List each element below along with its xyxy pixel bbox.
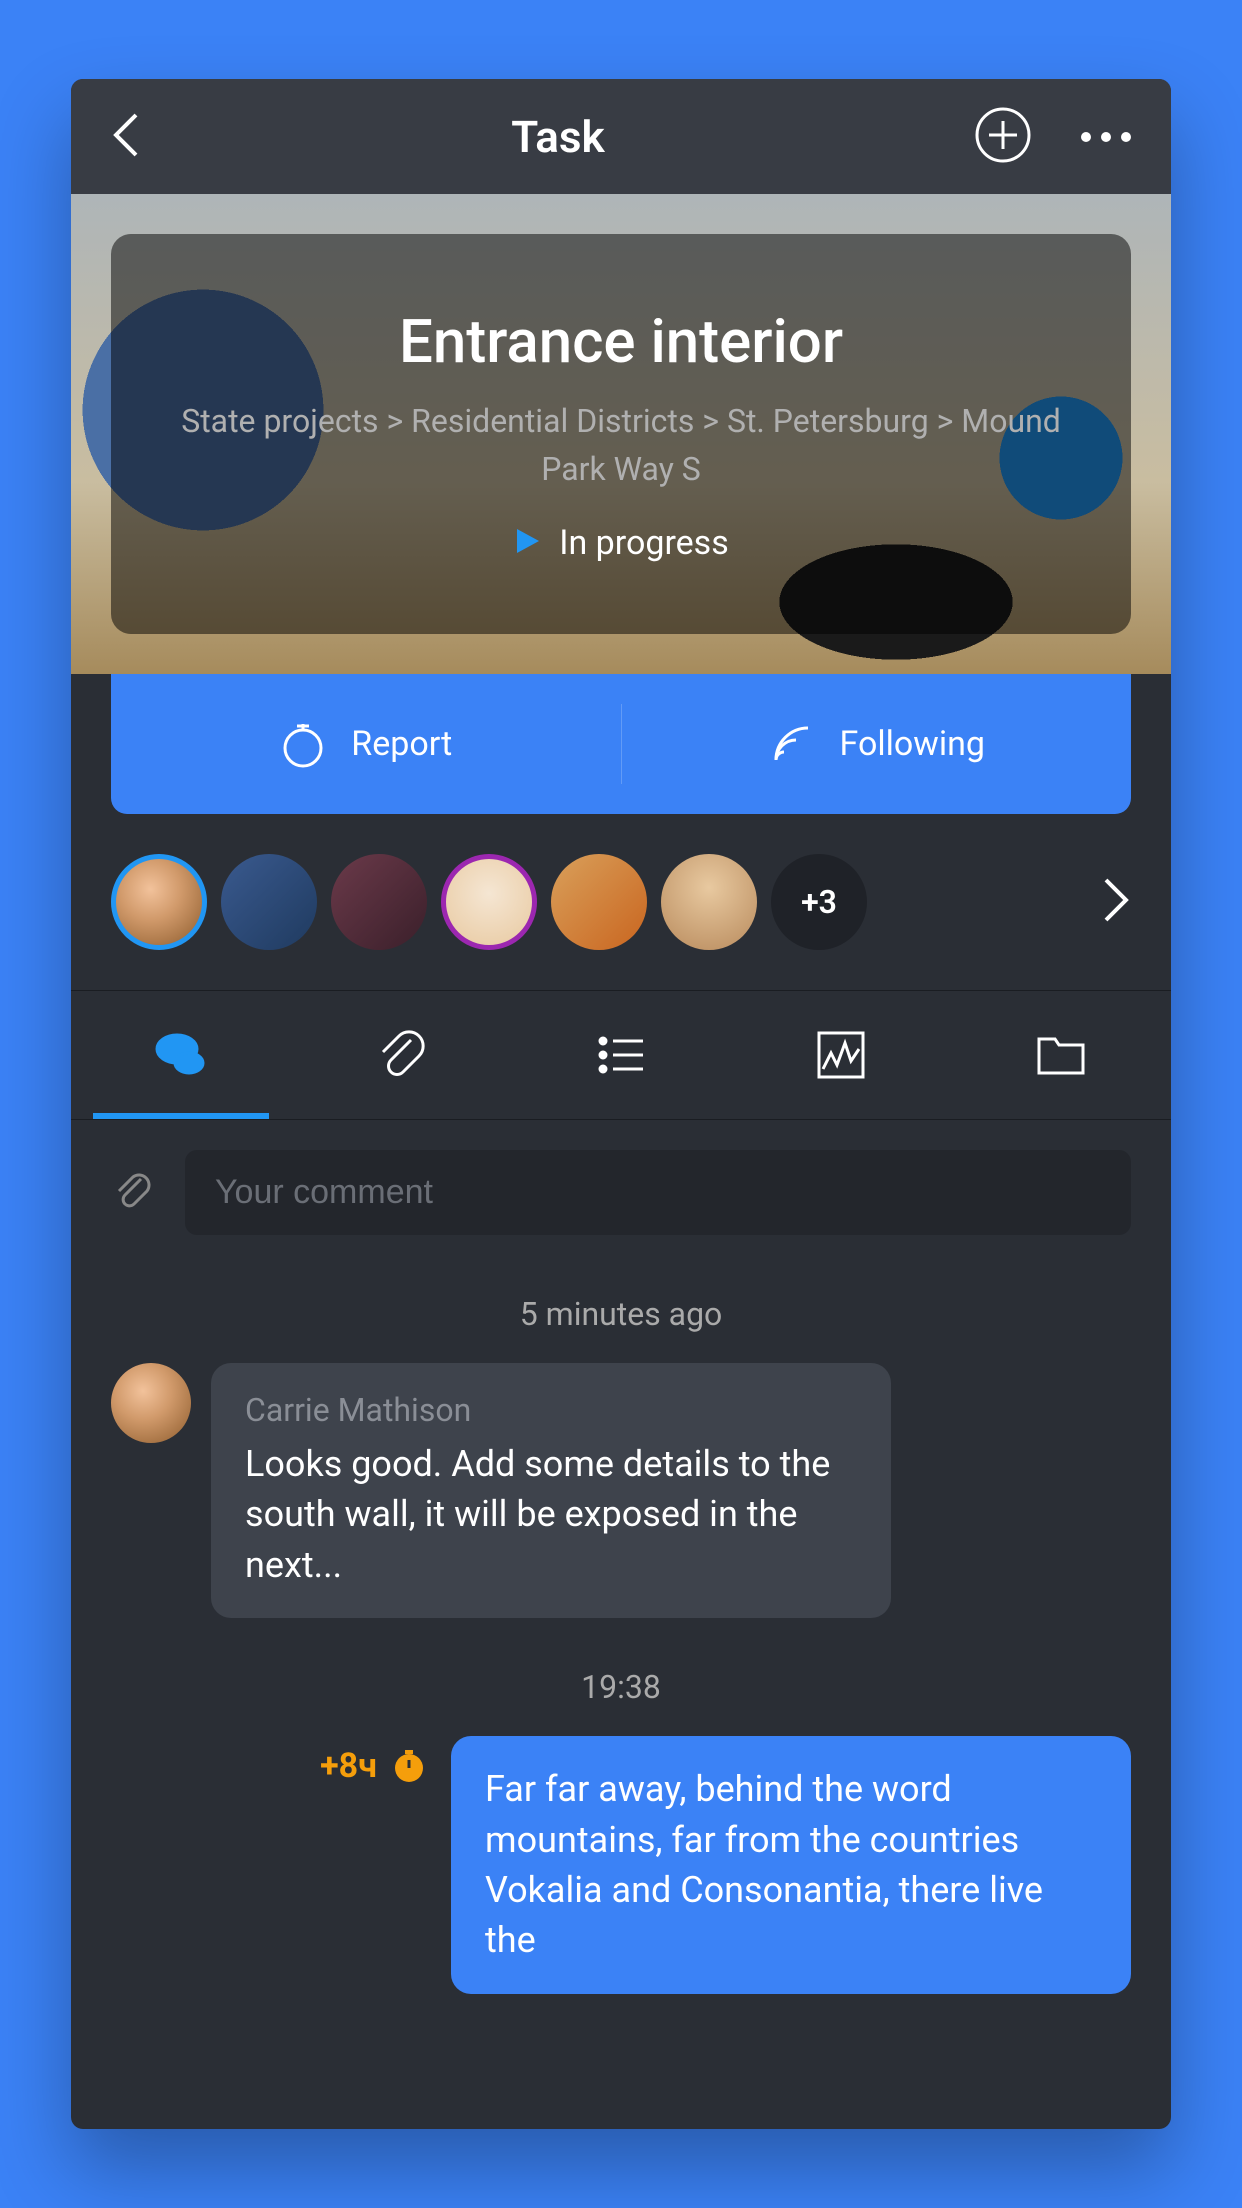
comment-input[interactable] <box>185 1150 1131 1235</box>
message-sender: Carrie Mathison <box>245 1391 857 1429</box>
time-badge-text: +8ч <box>320 1746 377 1786</box>
tab-list[interactable] <box>511 991 731 1119</box>
tab-analytics[interactable] <box>731 991 951 1119</box>
tab-attachments[interactable] <box>291 991 511 1119</box>
message-text: Looks good. Add some details to the sout… <box>245 1439 857 1590</box>
app-screen: Task Entrance interior State projects > … <box>71 79 1171 2129</box>
attach-icon[interactable] <box>111 1169 155 1217</box>
avatar-row: +3 <box>71 814 1171 990</box>
following-button[interactable]: Following <box>622 704 1132 784</box>
header-actions <box>975 107 1131 167</box>
page-title: Task <box>511 111 604 163</box>
back-icon[interactable] <box>111 110 141 164</box>
timer-icon <box>391 1748 427 1784</box>
tab-comments[interactable] <box>71 991 291 1119</box>
avatar[interactable] <box>111 1363 191 1443</box>
avatar[interactable] <box>111 854 207 950</box>
avatar[interactable] <box>551 854 647 950</box>
chevron-right-icon[interactable] <box>1101 875 1131 929</box>
comment-feed[interactable]: 5 minutes ago Carrie Mathison Looks good… <box>71 1265 1171 2129</box>
report-label: Report <box>351 724 452 764</box>
tab-folder[interactable] <box>951 991 1171 1119</box>
avatar[interactable] <box>331 854 427 950</box>
time-label: 19:38 <box>111 1638 1131 1736</box>
breadcrumb[interactable]: State projects > Residential Districts >… <box>161 397 1081 493</box>
comment-composer <box>71 1120 1171 1265</box>
action-bar: Report Following <box>111 674 1131 814</box>
message-text: Far far away, behind the word mountains,… <box>485 1764 1097 1966</box>
hero-section: Entrance interior State projects > Resid… <box>71 194 1171 674</box>
avatar[interactable] <box>661 854 757 950</box>
add-icon[interactable] <box>975 107 1031 167</box>
message-row: Carrie Mathison Looks good. Add some det… <box>111 1363 1131 1618</box>
time-label: 5 minutes ago <box>111 1265 1131 1363</box>
avatar[interactable] <box>441 854 537 950</box>
status-text: In progress <box>559 523 729 563</box>
status-row: In progress <box>513 523 729 563</box>
following-label: Following <box>840 724 985 764</box>
task-title: Entrance interior <box>399 306 843 377</box>
hero-overlay: Entrance interior State projects > Resid… <box>111 234 1131 634</box>
report-button[interactable]: Report <box>111 704 622 784</box>
play-icon <box>513 527 541 559</box>
header-bar: Task <box>71 79 1171 194</box>
message-row-own: +8ч Far far away, behind the word mounta… <box>111 1736 1131 1994</box>
message-bubble-own[interactable]: Far far away, behind the word mountains,… <box>451 1736 1131 1994</box>
avatar-more[interactable]: +3 <box>771 854 867 950</box>
tab-bar <box>71 990 1171 1120</box>
time-badge: +8ч <box>320 1746 427 1786</box>
avatar[interactable] <box>221 854 317 950</box>
message-bubble[interactable]: Carrie Mathison Looks good. Add some det… <box>211 1363 891 1618</box>
more-icon[interactable] <box>1081 132 1131 142</box>
